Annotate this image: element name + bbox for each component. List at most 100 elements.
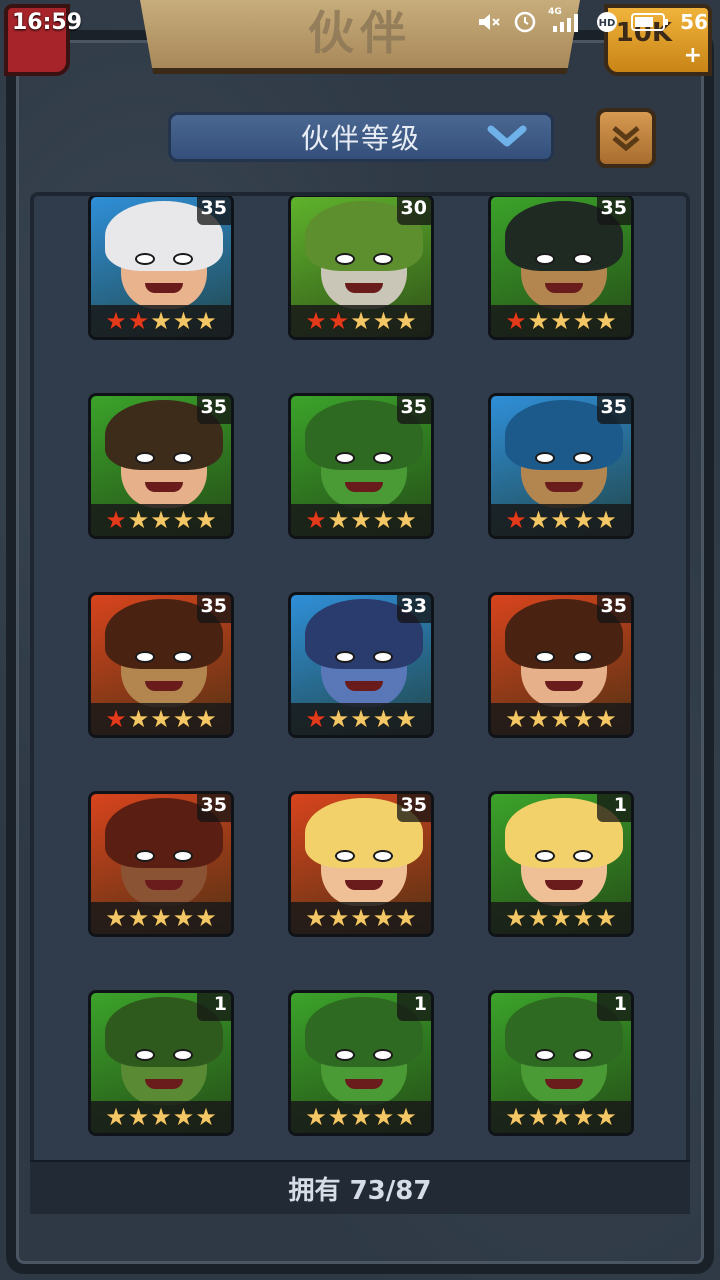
hero-star-rating: ★ ★ ★ ★ ★ <box>491 305 631 337</box>
gold-star-icon: ★ <box>595 705 617 733</box>
gold-star-icon: ★ <box>327 1103 350 1131</box>
hero-mouth <box>145 880 183 890</box>
hero-grid-panel[interactable]: 35 ★ ★ ★ ★ ★ 30 ★ ★ ★ ★ ★ 35 ★ ★ ★ ★ ★ 35 ★ ★ ★ ★ ★ 35 ★ ★ ★ ★ ★ 35 ★ ★ ★… <box>30 192 690 1214</box>
red-star-icon: ★ <box>327 307 350 335</box>
hero-card[interactable]: 30 ★ ★ ★ ★ ★ <box>288 196 434 340</box>
status-icons: 4G HD 56 <box>476 7 708 34</box>
hero-mouth <box>345 482 383 492</box>
battery-level: 56 <box>680 10 708 34</box>
red-star-icon: ★ <box>505 506 527 534</box>
hero-eyes <box>335 452 393 464</box>
double-chevron-icon <box>612 126 640 152</box>
hd-icon: HD <box>594 11 620 33</box>
hero-level: 35 <box>196 794 231 822</box>
red-star-icon: ★ <box>105 307 127 335</box>
hero-level: 1 <box>397 993 431 1021</box>
hero-card[interactable]: 35 ★ ★ ★ ★ ★ <box>488 393 634 539</box>
gold-star-icon: ★ <box>550 307 572 335</box>
gold-star-icon: ★ <box>372 1103 395 1131</box>
signal-label: 4G <box>548 7 562 17</box>
gold-star-icon: ★ <box>327 904 350 932</box>
hero-mouth <box>545 283 583 293</box>
hero-mouth <box>145 283 183 293</box>
red-star-icon: ★ <box>105 705 127 733</box>
gold-star-icon: ★ <box>505 1103 527 1131</box>
gold-star-icon: ★ <box>595 506 617 534</box>
hero-card[interactable]: 33 ★ ★ ★ ★ ★ <box>288 592 434 738</box>
owned-count-bar: 拥有 73/87 <box>30 1160 690 1214</box>
hero-star-rating: ★ ★ ★ ★ ★ <box>491 1101 631 1133</box>
gold-star-icon: ★ <box>195 705 217 733</box>
hero-star-rating: ★ ★ ★ ★ ★ <box>491 902 631 934</box>
gold-star-icon: ★ <box>595 307 617 335</box>
gold-star-icon: ★ <box>372 705 395 733</box>
hero-eyes <box>335 1049 393 1061</box>
gold-star-icon: ★ <box>550 506 572 534</box>
gold-star-icon: ★ <box>105 1103 127 1131</box>
red-star-icon: ★ <box>305 506 327 534</box>
gold-star-icon: ★ <box>395 705 417 733</box>
hero-mouth <box>345 681 383 691</box>
gold-star-icon: ★ <box>350 705 372 733</box>
hero-star-rating: ★ ★ ★ ★ ★ <box>291 1101 431 1133</box>
hero-card[interactable]: 35 ★ ★ ★ ★ ★ <box>88 791 234 937</box>
gold-star-icon: ★ <box>327 705 350 733</box>
signal-icon: 4G <box>548 7 584 33</box>
gold-star-icon: ★ <box>127 705 150 733</box>
gold-star-icon: ★ <box>195 1103 217 1131</box>
hero-card[interactable]: 35 ★ ★ ★ ★ ★ <box>488 196 634 340</box>
owned-count: 拥有 73/87 <box>288 1175 432 1206</box>
gold-star-icon: ★ <box>150 904 172 932</box>
hero-star-rating: ★ ★ ★ ★ ★ <box>291 703 431 735</box>
hero-card[interactable]: 35 ★ ★ ★ ★ ★ <box>88 393 234 539</box>
gold-star-icon: ★ <box>350 506 372 534</box>
hero-star-rating: ★ ★ ★ ★ ★ <box>91 305 231 337</box>
gold-star-icon: ★ <box>527 1103 550 1131</box>
collapse-scroll-button[interactable] <box>596 108 656 168</box>
hero-card[interactable]: 1 ★ ★ ★ ★ ★ <box>488 990 634 1136</box>
hero-mouth <box>545 681 583 691</box>
hero-star-rating: ★ ★ ★ ★ ★ <box>491 504 631 536</box>
gold-star-icon: ★ <box>595 904 617 932</box>
gold-star-icon: ★ <box>372 307 395 335</box>
alarm-icon <box>512 11 538 33</box>
hero-mouth <box>345 283 383 293</box>
hero-star-rating: ★ ★ ★ ★ ★ <box>291 902 431 934</box>
gold-star-icon: ★ <box>395 1103 417 1131</box>
hero-star-rating: ★ ★ ★ ★ ★ <box>291 305 431 337</box>
hero-card[interactable]: 35 ★ ★ ★ ★ ★ <box>88 196 234 340</box>
gold-star-icon: ★ <box>127 1103 150 1131</box>
hero-eyes <box>335 253 393 265</box>
hero-card[interactable]: 35 ★ ★ ★ ★ ★ <box>288 791 434 937</box>
hero-card[interactable]: 1 ★ ★ ★ ★ ★ <box>88 990 234 1136</box>
red-star-icon: ★ <box>305 307 327 335</box>
status-time: 16:59 <box>12 9 83 35</box>
hero-card[interactable]: 1 ★ ★ ★ ★ ★ <box>488 791 634 937</box>
gold-star-icon: ★ <box>172 506 195 534</box>
hero-eyes <box>135 253 193 265</box>
hero-card[interactable]: 1 ★ ★ ★ ★ ★ <box>288 990 434 1136</box>
gold-star-icon: ★ <box>150 506 172 534</box>
gold-star-icon: ★ <box>505 904 527 932</box>
hero-level: 35 <box>596 595 631 623</box>
hero-level: 1 <box>597 794 631 822</box>
hero-eyes <box>535 850 593 862</box>
hero-eyes <box>535 1049 593 1061</box>
hero-level: 35 <box>196 396 231 424</box>
gold-star-icon: ★ <box>572 307 595 335</box>
hero-star-rating: ★ ★ ★ ★ ★ <box>91 703 231 735</box>
gold-star-icon: ★ <box>550 904 572 932</box>
add-currency-icon[interactable]: + <box>684 43 702 68</box>
hero-star-rating: ★ ★ ★ ★ ★ <box>91 902 231 934</box>
hero-card[interactable]: 35 ★ ★ ★ ★ ★ <box>88 592 234 738</box>
hero-card[interactable]: 35 ★ ★ ★ ★ ★ <box>488 592 634 738</box>
gold-star-icon: ★ <box>372 904 395 932</box>
gold-star-icon: ★ <box>572 705 595 733</box>
hero-card[interactable]: 35 ★ ★ ★ ★ ★ <box>288 393 434 539</box>
gold-star-icon: ★ <box>550 1103 572 1131</box>
sort-dropdown[interactable]: 伙伴等级 <box>168 112 554 162</box>
hero-mouth <box>145 482 183 492</box>
gold-star-icon: ★ <box>350 307 372 335</box>
red-star-icon: ★ <box>305 705 327 733</box>
hero-eyes <box>135 850 193 862</box>
